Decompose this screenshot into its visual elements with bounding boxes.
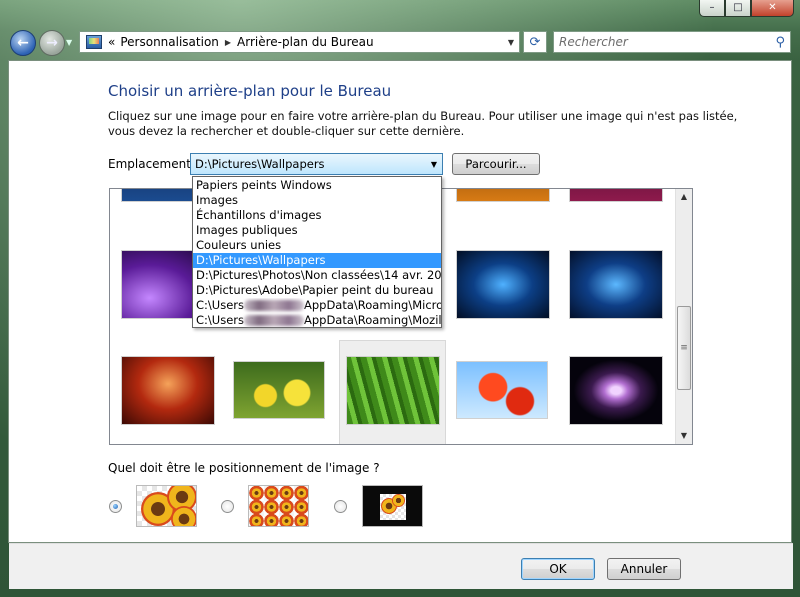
wallpaper-thumbnail[interactable] (346, 356, 440, 425)
close-button[interactable]: ✕ (751, 0, 794, 17)
address-dropdown-icon[interactable]: ▼ (503, 38, 519, 47)
wallpaper-thumbnail[interactable] (569, 356, 663, 425)
dropdown-item[interactable]: D:\Pictures\Adobe\Papier peint du bureau (193, 283, 441, 298)
page-title: Choisir un arrière-plan pour le Bureau (108, 82, 392, 100)
dropdown-item[interactable]: C:\Users AppData\Roaming\Microso (193, 298, 441, 313)
cancel-button[interactable]: Annuler (607, 558, 681, 580)
ok-button[interactable]: OK (521, 558, 595, 580)
wallpaper-thumbnail[interactable] (456, 189, 550, 202)
location-combobox[interactable]: D:\Pictures\Wallpapers ▼ (190, 153, 443, 175)
arrow-left-icon: ← (17, 35, 29, 51)
wallpaper-thumbnail[interactable] (233, 361, 325, 419)
position-tile-preview[interactable] (248, 485, 309, 527)
path-prefix: C:\Users (196, 298, 244, 312)
dropdown-item[interactable]: Images (193, 193, 441, 208)
flower-image (392, 494, 405, 507)
position-fill-preview[interactable] (136, 485, 197, 527)
address-bar[interactable]: « Personnalisation ▶ Arrière-plan du Bur… (79, 31, 520, 53)
refresh-icon: ⟳ (529, 34, 541, 50)
position-center-preview[interactable] (362, 485, 423, 527)
wallpaper-thumbnail[interactable] (456, 361, 548, 419)
wallpaper-thumbnail[interactable] (569, 189, 663, 202)
position-question: Quel doit être le positionnement de l'im… (108, 461, 380, 475)
page-description: Cliquez sur une image pour en faire votr… (108, 109, 738, 138)
back-button[interactable]: ← (10, 30, 36, 56)
recent-pages-button[interactable]: ▼ (66, 38, 76, 48)
position-tile-radio[interactable] (221, 500, 234, 513)
path-prefix: C:\Users (196, 313, 244, 327)
flower-image (171, 506, 196, 526)
refresh-button[interactable]: ⟳ (523, 31, 547, 53)
wallpaper-thumbnail[interactable] (456, 250, 550, 319)
position-center-radio[interactable] (334, 500, 347, 513)
search-icon[interactable]: ⚲ (775, 35, 785, 50)
position-fill-radio[interactable] (109, 500, 122, 513)
chevron-down-icon[interactable]: ▼ (426, 160, 442, 169)
location-label: Emplacement (108, 157, 191, 171)
redacted-username (243, 300, 304, 311)
dropdown-item[interactable]: Couleurs unies (193, 238, 441, 253)
maximize-button[interactable]: □ (725, 0, 751, 17)
location-value: D:\Pictures\Wallpapers (195, 157, 325, 171)
location-dropdown-list[interactable]: Papiers peints Windows Images Échantillo… (192, 176, 442, 328)
content-pane: Choisir un arrière-plan pour le Bureau C… (8, 60, 793, 589)
dropdown-item[interactable]: D:\Pictures\Photos\Non classées\14 avr. … (193, 268, 441, 283)
dropdown-item-selected[interactable]: D:\Pictures\Wallpapers (193, 253, 441, 268)
breadcrumb-arriere-plan[interactable]: Arrière-plan du Bureau (237, 35, 374, 49)
chevron-right-icon[interactable]: ▶ (219, 38, 237, 47)
forward-button[interactable]: → (39, 30, 65, 56)
search-placeholder: Rechercher (559, 35, 628, 49)
path-suffix: AppData\Roaming\Microso (303, 298, 441, 312)
dropdown-item[interactable]: C:\Users AppData\Roaming\Mozilla\ (193, 313, 441, 328)
dropdown-item[interactable]: Images publiques (193, 223, 441, 238)
browse-button[interactable]: Parcourir... (452, 153, 540, 175)
dropdown-item[interactable]: Échantillons d'images (193, 208, 441, 223)
centered-image (380, 494, 406, 520)
wallpaper-thumbnail[interactable] (121, 356, 215, 425)
wallpaper-thumbnail[interactable] (569, 250, 663, 319)
breadcrumb-personnalisation[interactable]: Personnalisation (120, 35, 219, 49)
scroll-up-button[interactable]: ▲ (676, 189, 692, 205)
window-controls: – □ ✕ (699, 0, 794, 17)
path-suffix: AppData\Roaming\Mozilla\ (303, 313, 441, 327)
breadcrumb-overflow[interactable]: « (106, 35, 120, 49)
gallery-scrollbar[interactable]: ▲ ≡ ▼ (675, 189, 692, 444)
arrow-right-icon: → (46, 35, 58, 51)
search-input[interactable]: Rechercher ⚲ (553, 31, 791, 53)
scroll-thumb[interactable]: ≡ (677, 306, 691, 390)
control-panel-icon (86, 35, 102, 49)
tiled-flowers-image (249, 486, 308, 526)
redacted-username (243, 315, 304, 326)
scroll-down-button[interactable]: ▼ (676, 428, 692, 444)
dropdown-item[interactable]: Papiers peints Windows (193, 178, 441, 193)
minimize-button[interactable]: – (699, 0, 725, 17)
